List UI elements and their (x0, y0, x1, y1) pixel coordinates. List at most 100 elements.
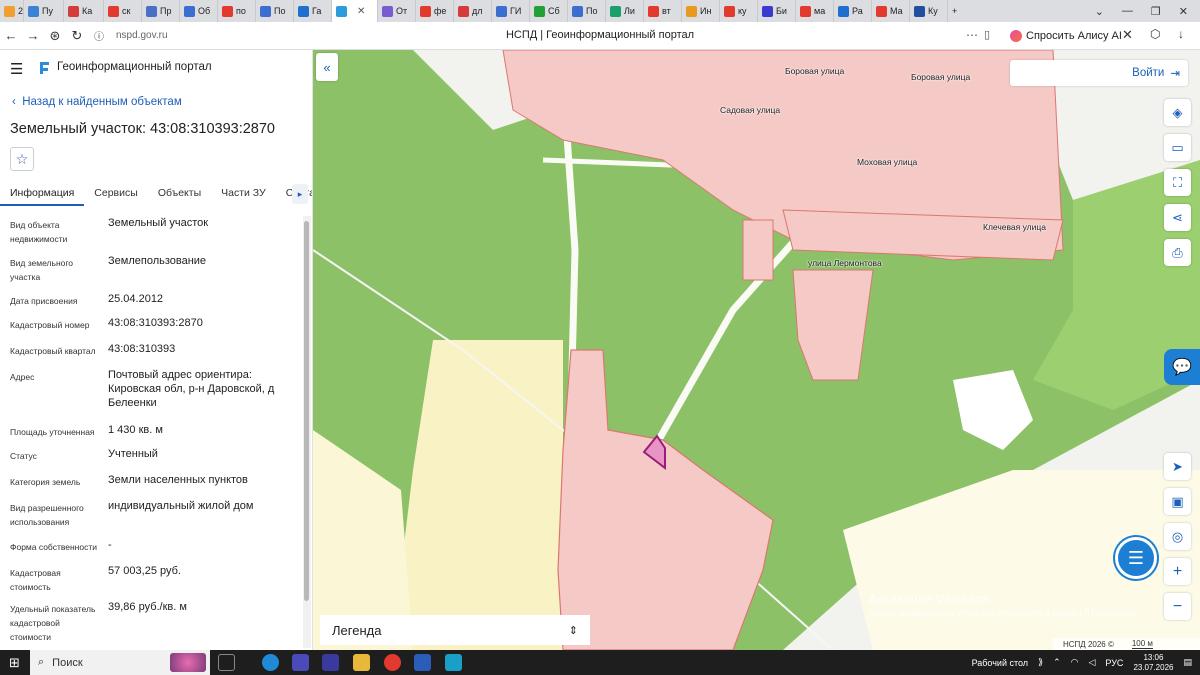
task-view-icon[interactable] (218, 654, 235, 671)
clearing (953, 370, 1033, 450)
search-icon: ⌕ (38, 656, 45, 668)
legend-dropdown[interactable]: Легенда ⇕ (320, 615, 590, 645)
tabs-next-button[interactable]: ▸ (292, 184, 308, 204)
info-tab[interactable]: Информация (0, 182, 85, 206)
object-info-panel: ☰ Геоинформационный портал ‹ Назад к най… (0, 50, 313, 650)
clock[interactable]: 13:06 23.07.2026 (1133, 653, 1173, 673)
browser-tab[interactable]: Сб (530, 0, 568, 22)
shield-icon[interactable]: ⊛ (44, 28, 66, 44)
minimize-icon[interactable]: — (1122, 5, 1133, 17)
close-window-icon[interactable]: ✕ (1179, 5, 1188, 18)
edge-icon[interactable] (262, 654, 279, 671)
print-button[interactable]: ⎙ (1164, 239, 1191, 266)
login-button[interactable]: Войти ⇥ (1010, 60, 1188, 86)
close-tab-icon[interactable]: ✕ (357, 6, 365, 17)
browser-tab[interactable]: Ку (910, 0, 948, 22)
browser-tab[interactable]: вт (644, 0, 682, 22)
browser-tab[interactable]: Га (294, 0, 332, 22)
favorite-star-button[interactable]: ☆ (10, 147, 34, 171)
menu-icon[interactable]: ☰ (10, 60, 23, 78)
browser-tab[interactable]: дл (454, 0, 492, 22)
windows-start-icon[interactable]: ⊞ (9, 655, 20, 671)
favicon-icon (686, 5, 697, 17)
chat-support-button[interactable]: 💬 (1164, 349, 1200, 385)
portal-logo-icon (40, 62, 49, 74)
forward-arrow-icon[interactable]: → (22, 28, 44, 43)
browser-tab[interactable]: ГИ (492, 0, 530, 22)
browser-tab[interactable]: 24 (0, 0, 24, 22)
info-tab[interactable]: Сервисы (84, 182, 148, 206)
bookmark-icon[interactable]: ▯ (984, 28, 990, 41)
tab-search-icon[interactable]: ⌄ (1095, 5, 1104, 18)
panel-scrollbar[interactable] (303, 216, 311, 648)
restore-icon[interactable]: ❐ (1151, 5, 1161, 18)
browser-tab[interactable]: Ма (872, 0, 910, 22)
info-tab[interactable]: Части ЗУ (211, 182, 276, 206)
browser-tab[interactable]: по (218, 0, 256, 22)
browser-tab[interactable]: От (378, 0, 416, 22)
site-info-icon[interactable]: ⓘ (88, 28, 110, 43)
back-to-results-link[interactable]: ‹ Назад к найденным объектам (12, 96, 182, 108)
browser-tab[interactable]: Ли (606, 0, 644, 22)
favicon-icon (914, 5, 925, 17)
browser-tab-label: Ка (82, 6, 93, 16)
map-view[interactable]: Боровая улица Боровая улица Садовая улиц… (313, 50, 1200, 650)
favicon-icon (336, 5, 347, 17)
app-icon[interactable] (322, 654, 339, 671)
browser-tab[interactable]: По (256, 0, 294, 22)
network-icon[interactable]: ⟫ (1038, 657, 1043, 668)
browser-tab[interactable]: Об (180, 0, 218, 22)
desktop-label[interactable]: Рабочий стол (972, 658, 1029, 668)
chat-fab-button[interactable]: ☰ (1115, 537, 1157, 579)
downloads-icon[interactable]: ↓ (1178, 27, 1184, 41)
system-tray: Рабочий стол ⟫ ⌃ ◠ ◁ РУС 13:06 23.07.202… (972, 650, 1200, 675)
share-button[interactable]: ⋖ (1164, 204, 1191, 231)
tools-icon[interactable]: ✕ (1122, 27, 1133, 43)
language-indicator[interactable]: РУС (1105, 658, 1123, 668)
info-tab[interactable]: Объекты (148, 182, 211, 206)
app-icon[interactable] (445, 654, 462, 671)
more-icon[interactable]: ⋯ (966, 28, 978, 42)
yandex-browser-icon[interactable] (384, 654, 401, 671)
collapse-panel-button[interactable]: « (316, 53, 338, 81)
word-icon[interactable] (414, 654, 431, 671)
url-field[interactable]: nspd.gov.ru (116, 30, 168, 41)
browser-tab[interactable]: ✕ (332, 0, 378, 22)
reload-icon[interactable]: ↻ (66, 28, 88, 44)
store-icon[interactable] (292, 654, 309, 671)
locate-button[interactable]: ➤ (1164, 453, 1191, 480)
volume-icon[interactable]: ◁ (1088, 657, 1095, 668)
chevron-up-icon[interactable]: ⌃ (1053, 657, 1061, 668)
browser-tab[interactable]: Пр (142, 0, 180, 22)
property-value: Земельный участок (108, 217, 209, 229)
browser-tab-label: Ли (624, 6, 635, 16)
measure-button[interactable]: ▭ (1164, 134, 1191, 161)
browser-tab[interactable]: ку (720, 0, 758, 22)
geolocation-button[interactable]: ◎ (1164, 523, 1191, 550)
back-arrow-icon[interactable]: ← (0, 28, 22, 43)
map-canvas[interactable] (313, 50, 1200, 650)
browser-tab[interactable]: Ин (682, 0, 720, 22)
browser-tab[interactable]: Ка (64, 0, 104, 22)
property-label: Вид объекта недвижимости (10, 220, 68, 244)
basemap-button[interactable]: ▣ (1164, 488, 1191, 515)
browser-tab[interactable]: Пу (24, 0, 64, 22)
browser-tab[interactable]: ма (796, 0, 834, 22)
select-area-button[interactable]: ⛶ (1164, 169, 1191, 196)
layers-button[interactable]: ◈ (1164, 99, 1191, 126)
taskbar-search[interactable]: ⌕ Поиск (30, 650, 210, 675)
wifi-icon[interactable]: ◠ (1071, 657, 1079, 668)
file-explorer-icon[interactable] (353, 654, 370, 671)
notifications-icon[interactable]: ▤ (1183, 657, 1192, 668)
scrollbar-thumb[interactable] (304, 221, 309, 601)
ask-alice-button[interactable]: Спросить Алису AI (1004, 26, 1128, 46)
browser-tab[interactable]: ск (104, 0, 142, 22)
browser-tab[interactable]: По (568, 0, 606, 22)
extensions-icon[interactable]: ⬡ (1150, 27, 1160, 41)
browser-tab[interactable]: фе (416, 0, 454, 22)
zoom-in-button[interactable]: + (1164, 558, 1191, 585)
browser-tab[interactable]: Ра (834, 0, 872, 22)
browser-tab[interactable]: Би (758, 0, 796, 22)
new-tab-icon[interactable]: + (948, 0, 961, 22)
favicon-icon (648, 5, 659, 17)
